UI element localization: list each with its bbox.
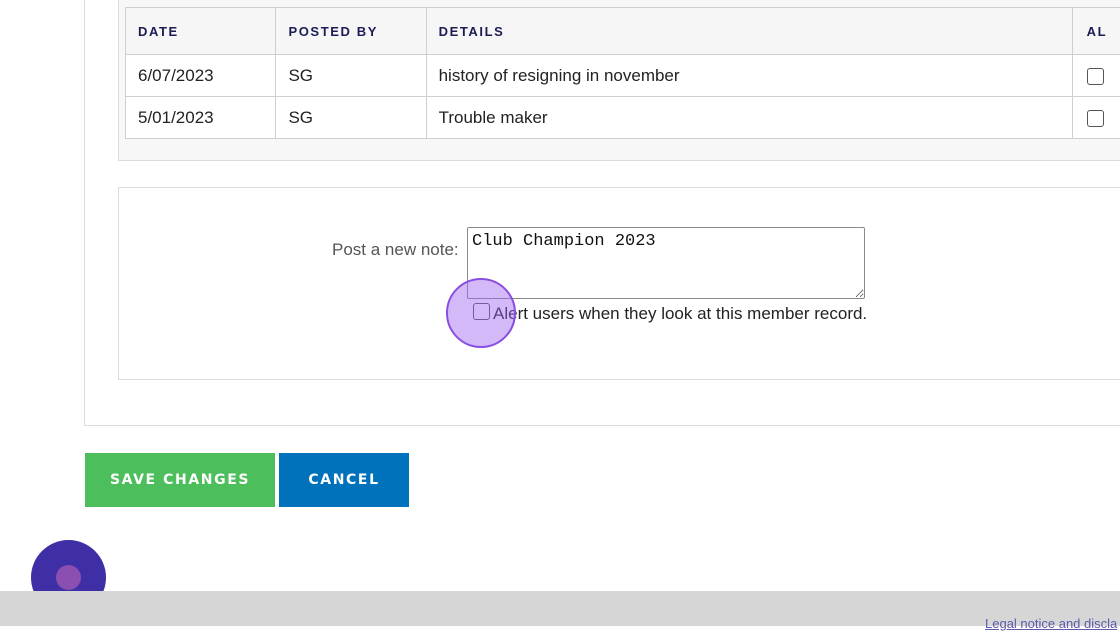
note-date: 5/01/2023 <box>126 97 276 139</box>
page-footer: Legal notice and discla <box>0 591 1120 626</box>
note-details: history of resigning in november <box>426 55 1072 97</box>
column-header-date: DATE <box>126 8 276 55</box>
column-header-details: DETAILS <box>426 8 1072 55</box>
chat-bubble-icon <box>56 565 81 590</box>
note-alert-checkbox[interactable] <box>1087 68 1104 85</box>
note-alert-checkbox[interactable] <box>1087 110 1104 127</box>
note-alert-cell <box>1072 97 1120 139</box>
note-details: Trouble maker <box>426 97 1072 139</box>
table-row: 5/01/2023 SG Trouble maker <box>126 97 1120 139</box>
table-header-row: DATE POSTED BY DETAILS AL <box>126 8 1120 55</box>
save-changes-button[interactable]: SAVE CHANGES <box>85 453 275 507</box>
note-alert-cell <box>1072 55 1120 97</box>
legal-notice-link[interactable]: Legal notice and discla <box>985 616 1117 631</box>
table-row: 6/07/2023 SG history of resigning in nov… <box>126 55 1120 97</box>
notes-table: DATE POSTED BY DETAILS AL 6/07/2023 SG h… <box>125 7 1120 139</box>
note-posted-by: SG <box>276 97 426 139</box>
column-header-posted-by: POSTED BY <box>276 8 426 55</box>
click-indicator <box>446 278 516 348</box>
alert-users-label[interactable]: Alert users when they look at this membe… <box>493 304 867 324</box>
note-date: 6/07/2023 <box>126 55 276 97</box>
note-posted-by: SG <box>276 55 426 97</box>
column-header-alert: AL <box>1072 8 1120 55</box>
cancel-button[interactable]: CANCEL <box>279 453 409 507</box>
new-note-textarea[interactable]: Club Champion 2023 <box>467 227 865 299</box>
post-note-label: Post a new note: <box>332 240 459 260</box>
